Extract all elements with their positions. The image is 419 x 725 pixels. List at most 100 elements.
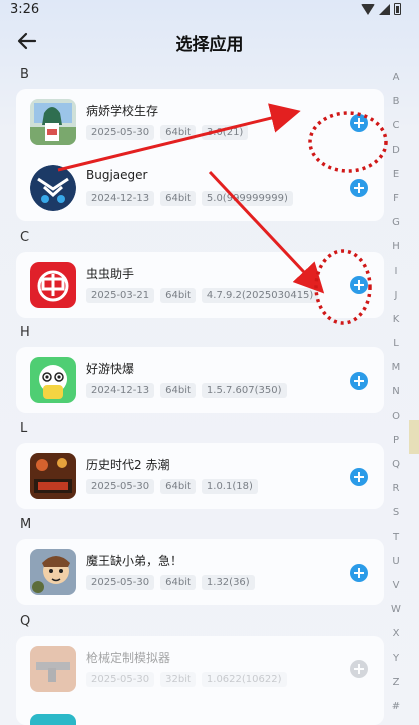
app-tags: 2024-12-13 64bit 1.5.7.607(350) [86, 383, 287, 398]
app-version: 1.5.7.607(350) [201, 383, 287, 398]
add-button[interactable] [350, 372, 368, 390]
index-letter-r[interactable]: R [388, 477, 404, 501]
index-letter-d[interactable]: D [388, 139, 404, 163]
index-letter-u[interactable]: U [388, 550, 404, 574]
section-letter-l: L [20, 421, 28, 436]
index-letter-o[interactable]: O [388, 405, 404, 429]
section-letter-c: C [20, 230, 30, 245]
add-button[interactable] [350, 276, 368, 294]
app-date: 2025-05-30 [86, 479, 155, 494]
add-button[interactable] [350, 468, 368, 486]
app-name: 虫虫助手 [86, 267, 135, 281]
app-name: Bugjaeger [86, 168, 148, 182]
section-letter-b: B [20, 67, 29, 82]
edge-strip [409, 420, 419, 454]
app-name: 病娇学校生存 [86, 104, 159, 118]
index-letter-l[interactable]: L [388, 332, 404, 356]
section-card-h: 好游快爆 2024-12-13 64bit 1.5.7.607(350) [16, 347, 384, 413]
app-arch: 32bit [160, 672, 196, 687]
app-date: 2025-03-21 [86, 288, 155, 303]
app-date: 2024-12-13 [86, 191, 155, 206]
status-bar: 3:26 [0, 0, 419, 22]
page-title: 选择应用 [175, 35, 244, 55]
index-letter-i[interactable]: I [388, 260, 404, 284]
app-version: 1.32(36) [201, 575, 255, 590]
app-name: 好游快爆 [86, 362, 135, 376]
app-version: 1.0.1(18) [201, 479, 258, 494]
status-time: 3:26 [10, 2, 40, 17]
index-letter-s[interactable]: S [388, 501, 404, 525]
add-button[interactable] [350, 564, 368, 582]
section-card-q: 枪械定制模拟器 2025-05-30 32bit 1.0622(10622) [16, 636, 384, 725]
index-letter-p[interactable]: P [388, 429, 404, 453]
app-tags: 2025-05-30 64bit 3.0(21) [86, 125, 249, 140]
index-letter-e[interactable]: E [388, 163, 404, 187]
add-button[interactable] [350, 660, 368, 678]
alphabet-index-bar[interactable]: A B C D E F G H I J K L M N O P Q R S T U V W X Y Z # [388, 66, 404, 719]
app-row[interactable]: 虫虫助手 2025-03-21 64bit 4.7.9.2(2025030415… [16, 252, 384, 318]
app-arch: 64bit [160, 288, 196, 303]
app-version: 5.0(999999999) [201, 191, 293, 206]
app-tags: 2025-05-30 64bit 1.0.1(18) [86, 479, 258, 494]
app-row[interactable]: 历史时代2 赤潮 2025-05-30 64bit 1.0.1(18) [16, 443, 384, 509]
app-icon-bugjaeger [30, 165, 76, 211]
index-letter-v[interactable]: V [388, 574, 404, 598]
index-letter-f[interactable]: F [388, 187, 404, 211]
app-version: 1.0622(10622) [201, 672, 287, 687]
add-button[interactable] [350, 114, 368, 132]
index-letter-w[interactable]: W [388, 598, 404, 622]
app-version: 3.0(21) [201, 125, 249, 140]
app-icon-gun-builder [30, 646, 76, 692]
app-arch: 64bit [160, 383, 196, 398]
index-letter-j[interactable]: J [388, 284, 404, 308]
status-icons [361, 3, 401, 15]
app-row[interactable]: 病娇学校生存 2025-05-30 64bit 3.0(21) [16, 89, 384, 155]
signal-icon [379, 3, 390, 15]
index-letter-y[interactable]: Y [388, 647, 404, 671]
app-row[interactable]: Bugjaeger 2024-12-13 64bit 5.0(999999999… [16, 155, 384, 221]
index-letter-q[interactable]: Q [388, 453, 404, 477]
index-letter-n[interactable]: N [388, 380, 404, 404]
app-header: 选择应用 [0, 22, 419, 62]
section-card-m: 魔王缺小弟，急！ 2025-05-30 64bit 1.32(36) [16, 539, 384, 605]
index-letter-c[interactable]: C [388, 114, 404, 138]
app-row[interactable]: 好游快爆 2024-12-13 64bit 1.5.7.607(350) [16, 347, 384, 413]
app-tags: 2025-05-30 32bit 1.0622(10622) [86, 672, 287, 687]
add-button[interactable] [350, 179, 368, 197]
index-letter-a[interactable]: A [388, 66, 404, 90]
index-letter-k[interactable]: K [388, 308, 404, 332]
app-name: 魔王缺小弟，急！ [86, 554, 183, 568]
section-letter-q: Q [20, 614, 31, 629]
index-letter-hash[interactable]: # [388, 695, 404, 719]
app-arch: 64bit [160, 575, 196, 590]
wifi-icon [361, 3, 375, 15]
section-card-l: 历史时代2 赤潮 2025-05-30 64bit 1.0.1(18) [16, 443, 384, 509]
section-card-c: 虫虫助手 2025-03-21 64bit 4.7.9.2(2025030415… [16, 252, 384, 318]
app-version: 4.7.9.2(2025030415) [201, 288, 319, 303]
index-letter-m[interactable]: M [388, 356, 404, 380]
app-tags: 2024-12-13 64bit 5.0(999999999) [86, 191, 293, 206]
partial-app-icon [30, 714, 76, 725]
app-date: 2025-05-30 [86, 575, 155, 590]
app-arch: 64bit [160, 191, 196, 206]
app-row[interactable]: 枪械定制模拟器 2025-05-30 32bit 1.0622(10622) [16, 636, 384, 702]
battery-icon [394, 3, 401, 15]
app-date: 2025-05-30 [86, 672, 155, 687]
index-letter-z[interactable]: Z [388, 671, 404, 695]
index-letter-x[interactable]: X [388, 622, 404, 646]
section-card-b: 病娇学校生存 2025-05-30 64bit 3.0(21) Bugjaege… [16, 89, 384, 221]
index-letter-g[interactable]: G [388, 211, 404, 235]
app-row[interactable]: 魔王缺小弟，急！ 2025-05-30 64bit 1.32(36) [16, 539, 384, 605]
app-icon-yandere-school [30, 99, 76, 145]
index-letter-t[interactable]: T [388, 526, 404, 550]
app-tags: 2025-03-21 64bit 4.7.9.2(2025030415) [86, 288, 319, 303]
app-date: 2025-05-30 [86, 125, 155, 140]
index-letter-b[interactable]: B [388, 90, 404, 114]
app-icon-demon-king [30, 549, 76, 595]
app-date: 2024-12-13 [86, 383, 155, 398]
app-icon-chongchong [30, 262, 76, 308]
app-tags: 2025-05-30 64bit 1.32(36) [86, 575, 255, 590]
index-letter-h[interactable]: H [388, 235, 404, 259]
app-name: 历史时代2 赤潮 [86, 458, 170, 472]
app-icon-haoyou [30, 357, 76, 403]
